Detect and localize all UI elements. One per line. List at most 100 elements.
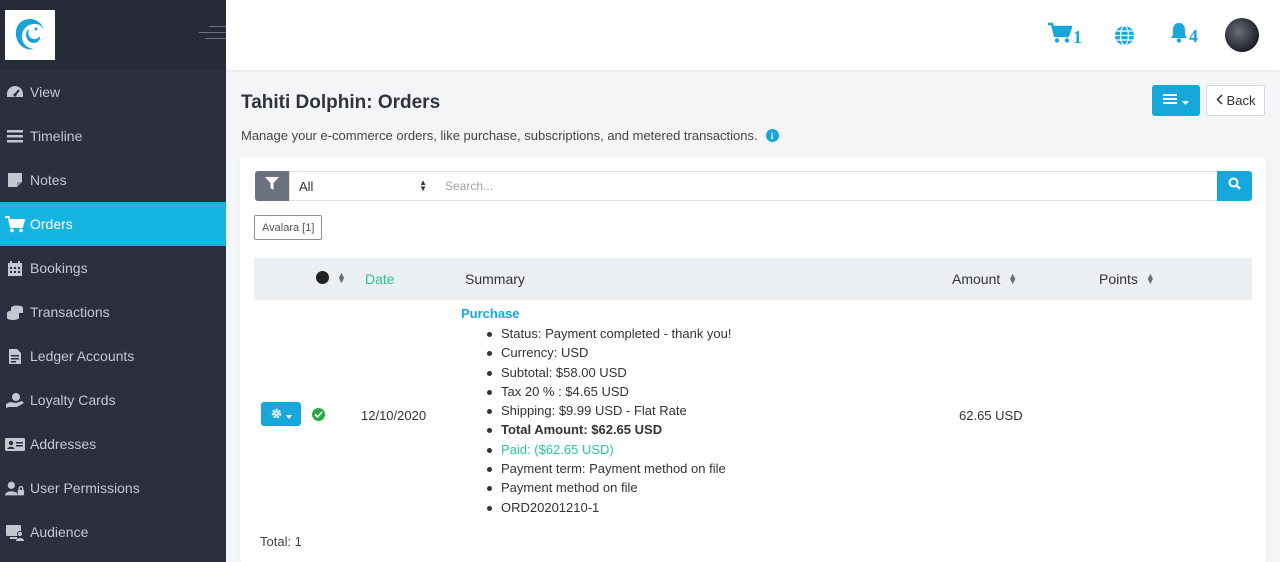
sidebar: View Timeline Notes Orders Bookings Tran… [0,0,226,562]
sidebar-item-label: Orders [30,216,73,232]
sidebar-item-label: Transactions [30,304,110,320]
summary-payment-term: Payment term: Payment method on file [485,459,732,478]
sidebar-item-label: User Permissions [30,480,140,496]
summary-column-header: Summary [465,271,525,287]
calendar-icon [5,259,25,277]
sidebar-item-loyalty-cards[interactable]: Loyalty Cards [0,378,226,422]
points-header-label: Points [1099,271,1138,287]
sidebar-item-orders[interactable]: Orders [0,202,226,246]
notification-count: 4 [1189,26,1198,46]
timeline-icon [5,127,25,145]
order-date: 12/10/2020 [361,408,427,423]
globe-icon [1114,25,1135,51]
order-amount: 62.65 USD [959,408,1023,423]
audience-icon [5,523,25,541]
cart-count: 1 [1073,26,1082,47]
sidebar-item-label: View [30,84,61,100]
filter-select-value: All [299,178,314,194]
ledger-icon [5,347,25,365]
sidebar-item-transactions[interactable]: Transactions [0,290,226,334]
caret-down-icon [285,407,292,422]
filter-select[interactable]: All ▲ ▼ [289,171,436,201]
caret-down-icon [1182,92,1189,110]
sidebar-item-timeline[interactable]: Timeline [0,114,226,158]
sidebar-item-view[interactable]: View [0,70,226,114]
sidebar-item-audience[interactable]: Audience [0,510,226,554]
search-input[interactable] [435,171,1218,201]
actions-menu-button[interactable] [1152,85,1200,116]
notifications-button[interactable]: 4 [1170,22,1198,48]
sidebar-item-user-permissions[interactable]: User Permissions [0,466,226,510]
note-icon [5,171,25,189]
page-title: Tahiti Dolphin: Orders [241,92,441,113]
table-row: 12/10/2020 Purchase Status: Payment comp… [254,300,1252,530]
amount-header-label: Amount [952,271,1001,287]
back-label: Back [1226,93,1256,108]
table-total: Total: 1 [260,534,302,549]
summary-order-number: ORD20201210-1 [485,498,732,517]
list-icon [1163,92,1177,110]
summary-status: Status: Payment completed - thank you! [485,324,732,343]
filter-icon [265,177,279,195]
sidebar-item-addresses[interactable]: Addresses [0,422,226,466]
check-circle-icon [312,408,325,421]
bell-icon [1170,22,1188,48]
sidebar-item-ledger-accounts[interactable]: Ledger Accounts [0,334,226,378]
summary-paid: Paid: ($62.65 USD) [485,440,732,459]
table-header: ▲ ▼ Date Summary Amount ▲ ▼ Points ▲ ▼ [254,258,1252,300]
sort-icon: ▲ ▼ [1145,271,1155,286]
search-button[interactable] [1217,171,1252,201]
summary-tax: Tax 20 % : $4.65 USD [485,382,732,401]
summary-title-link[interactable]: Purchase [461,306,732,321]
dashboard-icon [5,83,25,101]
address-card-icon [5,435,25,453]
summary-subtotal: Subtotal: $58.00 USD [485,363,732,382]
sidebar-item-label: Addresses [30,436,97,452]
sidebar-item-label: Audience [30,524,89,540]
amount-column-header[interactable]: Amount ▲ ▼ [952,271,1017,287]
coins-icon [5,303,25,321]
sidebar-item-label: Loyalty Cards [30,392,116,408]
points-column-header[interactable]: Points ▲ ▼ [1099,271,1155,287]
status-column-header[interactable]: ▲ ▼ [316,269,346,285]
order-summary: Purchase Status: Payment completed - tha… [461,306,732,517]
cart-button[interactable]: 1 [1048,22,1082,49]
info-icon[interactable]: i [765,129,779,142]
sidebar-header [0,0,226,70]
sidebar-item-bookings[interactable]: Bookings [0,246,226,290]
filter-button[interactable] [255,171,289,201]
status-dot-icon [316,271,329,284]
back-button[interactable]: Back [1206,85,1265,116]
summary-currency: Currency: USD [485,343,732,362]
summary-shipping: Shipping: $9.99 USD - Flat Rate [485,401,732,420]
avalara-tag[interactable]: Avalara [1] [254,215,323,240]
sort-icon: ▲ ▼ [337,269,346,285]
date-column-header[interactable]: Date [365,271,395,287]
search-icon [1228,177,1241,195]
page-description-text: Manage your e-commerce orders, like purc… [241,128,758,143]
cart-icon [5,215,25,233]
sidebar-item-notes[interactable]: Notes [0,158,226,202]
sidebar-item-label: Notes [30,172,67,188]
sort-icon: ▲ ▼ [1008,271,1018,286]
sidebar-item-label: Timeline [30,128,83,144]
chevron-left-icon [1215,93,1223,108]
page-description: Manage your e-commerce orders, like purc… [241,128,779,143]
sidebar-item-label: Ledger Accounts [30,348,135,364]
menu-toggle-icon[interactable] [199,26,226,44]
language-button[interactable] [1114,25,1135,51]
user-lock-icon [5,479,25,497]
summary-total-amount: Total Amount: $62.65 USD [485,420,732,439]
dolphin-logo-icon[interactable] [5,10,55,60]
gear-icon [271,407,282,422]
orders-card: All ▲▼ Avalara [1] ▲▼ Date Summary Amoun… [240,157,1266,562]
sidebar-item-label: Bookings [30,260,88,276]
select-arrows-icon: ▲ ▼ [419,178,427,193]
summary-list: Status: Payment completed - thank you! C… [485,324,732,517]
avatar[interactable] [1225,18,1259,52]
hand-holding-icon [5,391,25,409]
top-bar: 1 4 [226,0,1280,70]
summary-payment-method: Payment method on file [485,478,732,497]
cart-icon [1048,22,1073,49]
row-actions-button[interactable] [261,402,301,426]
